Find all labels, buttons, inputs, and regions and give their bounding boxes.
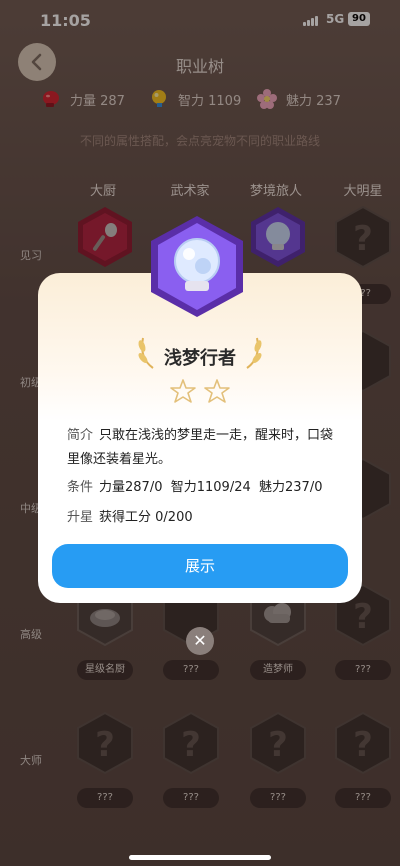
laurel-right-icon: [246, 337, 262, 369]
star-empty-icon: [170, 379, 196, 403]
upgrade-label: 升星: [67, 510, 94, 525]
career-title: 浅梦行者: [164, 348, 236, 369]
star-rating: [0, 378, 400, 404]
close-icon: ✕: [193, 631, 207, 650]
star-empty-icon: [204, 379, 230, 403]
intro-label: 简介: [67, 428, 94, 443]
career-badge: [147, 214, 247, 319]
upgrade-row: 升星 获得工分 0/200: [67, 506, 342, 530]
intro-row: 简介 只敢在浅浅的梦里走一走，醒来时，口袋里像还装着星光。: [67, 424, 342, 472]
home-indicator[interactable]: [129, 855, 271, 860]
close-button[interactable]: ✕: [186, 627, 214, 655]
condition-text: 力量287/0 智力1109/24 魅力237/0: [99, 480, 323, 495]
condition-label: 条件: [67, 480, 94, 495]
upgrade-text: 获得工分 0/200: [99, 510, 193, 525]
crystal-ball-icon: [151, 216, 243, 317]
show-button[interactable]: 展示: [52, 544, 348, 588]
intro-text: 只敢在浅浅的梦里走一走，醒来时，口袋里像还装着星光。: [67, 428, 334, 467]
condition-row: 条件 力量287/0 智力1109/24 魅力237/0: [67, 476, 342, 500]
